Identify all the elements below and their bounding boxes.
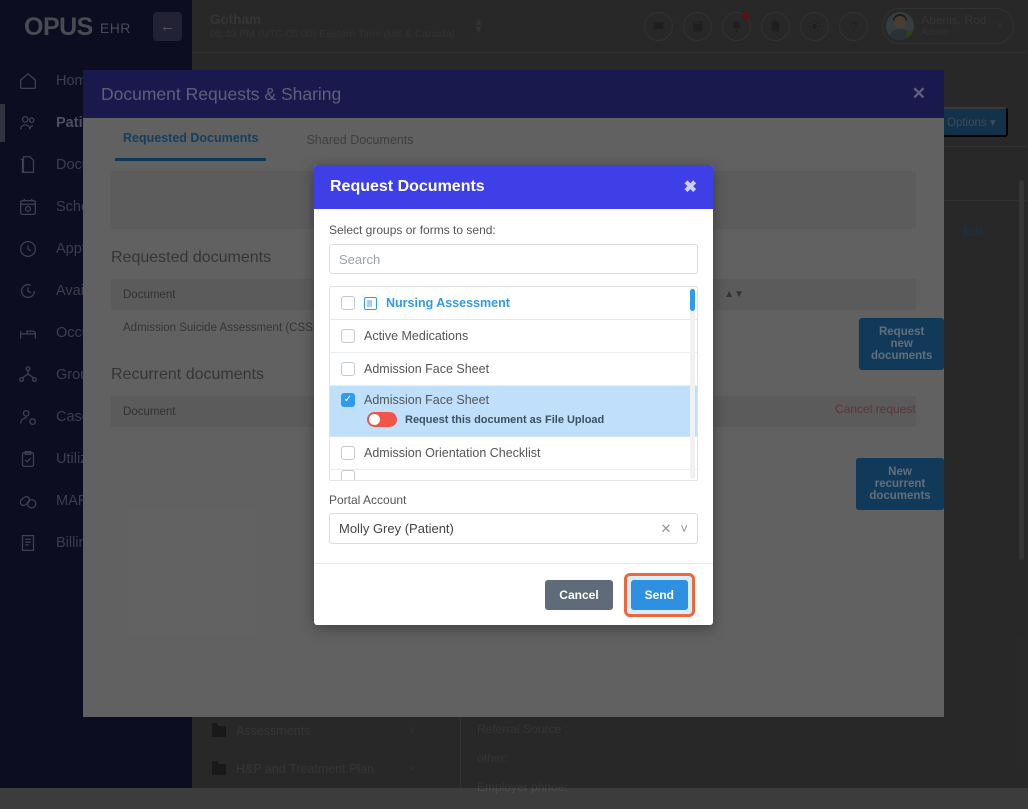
- request-documents-dialog: Request Documents ✖ Select groups or for…: [314, 165, 713, 625]
- row-checkbox[interactable]: [341, 362, 355, 376]
- list-item-label: Admission Face Sheet: [364, 393, 490, 407]
- clear-x-icon[interactable]: ✕: [661, 521, 672, 537]
- dialog-title: Request Documents: [330, 178, 485, 195]
- dialog-footer: Cancel Send: [314, 563, 713, 625]
- list-item[interactable]: Admission Face Sheet: [330, 353, 697, 386]
- row-checkbox[interactable]: [341, 296, 355, 310]
- row-checkbox[interactable]: [341, 446, 355, 460]
- row-checkbox-checked[interactable]: ✓: [341, 393, 355, 407]
- list-item[interactable]: Admission Orientation Checklist: [330, 437, 697, 470]
- list-item-label: Admission Orientation Checklist: [364, 446, 541, 460]
- file-upload-toggle[interactable]: [367, 412, 397, 427]
- list-item-label: Admission Face Sheet: [364, 362, 490, 376]
- list-item[interactable]: Active Medications: [330, 320, 697, 353]
- list-item-selected[interactable]: ✓ Admission Face Sheet Request this docu…: [330, 386, 697, 437]
- file-upload-toggle-label: Request this document as File Upload: [405, 414, 604, 426]
- list-item-partial[interactable]: [330, 470, 697, 480]
- list-scrollbar-thumb[interactable]: [690, 289, 695, 311]
- toggle-prefix: Request this document as: [405, 413, 542, 426]
- list-item[interactable]: Nursing Assessment: [330, 287, 697, 320]
- instruction-label: Select groups or forms to send:: [329, 223, 496, 237]
- dialog-body: Select groups or forms to send: Nursing …: [314, 209, 713, 544]
- dialog-header: Request Documents ✖: [314, 165, 713, 209]
- list-item-label: Nursing Assessment: [386, 296, 510, 310]
- document-list: Nursing Assessment Active Medications Ad…: [329, 286, 698, 481]
- portal-account-value: Molly Grey (Patient): [339, 521, 454, 536]
- close-icon[interactable]: ✖: [684, 177, 697, 197]
- group-form-icon: [364, 296, 377, 310]
- toggle-strong: File Upload: [544, 413, 605, 426]
- portal-account-label: Portal Account: [329, 493, 407, 507]
- row-checkbox[interactable]: [341, 470, 355, 480]
- cancel-button[interactable]: Cancel: [545, 579, 613, 610]
- chevron-down-icon[interactable]: ˅: [680, 521, 688, 536]
- portal-account-select[interactable]: Molly Grey (Patient) ✕ ˅: [329, 513, 698, 544]
- search-input[interactable]: [329, 244, 698, 274]
- row-checkbox[interactable]: [341, 329, 355, 343]
- list-scrollbar-track[interactable]: [690, 288, 695, 479]
- send-button[interactable]: Send: [630, 579, 688, 610]
- list-item-label: Active Medications: [364, 329, 469, 343]
- send-button-focus-ring: Send: [623, 572, 695, 617]
